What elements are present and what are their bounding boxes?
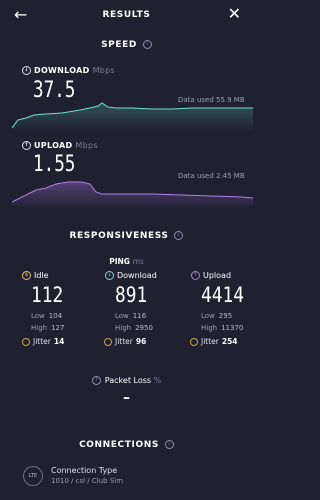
download-low-value: 116 [132, 312, 147, 320]
close-icon[interactable]: ✕ [228, 6, 241, 22]
upload-jitter-value: 254 [221, 337, 238, 346]
upload-high: High 11370 [201, 324, 243, 332]
upload-unit: Mbps [75, 141, 98, 150]
upload-high-value: 11370 [221, 324, 244, 332]
upload-graph [12, 181, 253, 206]
ping-header: PING ms [0, 257, 253, 266]
idle-low-label: Low [31, 312, 45, 320]
packet-loss-value: – [123, 390, 130, 406]
idle-low-value: 104 [48, 312, 63, 320]
download-high-label: High [115, 324, 132, 332]
idle-high-label: High [31, 324, 48, 332]
jitter-icon [190, 338, 198, 346]
packet-loss-row: ? Packet Loss % [0, 376, 253, 385]
download-jitter-label: Jitter [115, 337, 133, 346]
connections-heading-label: CONNECTIONS [79, 440, 159, 450]
jitter-icon [104, 338, 112, 346]
speed-heading-label: SPEED [101, 40, 137, 50]
idle-high: High 127 [31, 324, 64, 332]
idle-high-value: 127 [51, 324, 65, 332]
download-graph [12, 102, 253, 132]
upload-high-label: High [201, 324, 218, 332]
download-high-value: 2950 [135, 324, 153, 332]
ping-unit: ms [132, 257, 144, 266]
info-icon[interactable]: i [174, 231, 184, 240]
page-title: RESULTS [102, 10, 151, 20]
upload-low: Low 295 [201, 312, 232, 320]
download-ping-icon: ↓ [105, 271, 114, 280]
lte-icon: LTE [23, 466, 43, 486]
packet-loss-label: Packet Loss [104, 376, 152, 385]
download-ping-label: Download [117, 271, 157, 280]
idle-icon: $ [22, 271, 31, 280]
info-icon[interactable]: ? [91, 376, 101, 385]
connection-type-label: Connection Type [51, 466, 118, 475]
idle-ping-value: 112 [31, 283, 64, 307]
download-low-label: Low [115, 312, 129, 320]
idle-low: Low 104 [31, 312, 62, 320]
idle-label: Idle [34, 271, 49, 280]
top-bar: ← RESULTS ✕ [0, 0, 253, 32]
info-icon[interactable]: i [142, 40, 152, 49]
connections-heading: CONNECTIONS i [0, 440, 253, 450]
upload-low-label: Low [201, 312, 215, 320]
download-low: Low 116 [115, 312, 146, 320]
download-icon: ↓ [22, 66, 31, 75]
idle-jitter: Jitter 14 [22, 337, 64, 346]
connection-type-value: 1010 / csl / Club Sim [51, 477, 124, 485]
download-label: DOWNLOAD [34, 66, 90, 75]
responsiveness-heading-label: RESPONSIVENESS [69, 231, 169, 241]
upload-ping-header: ↑ Upload [191, 271, 231, 280]
download-ping-header: ↓ Download [105, 271, 157, 280]
idle-jitter-label: Jitter [33, 337, 51, 346]
upload-icon: ↑ [22, 141, 31, 150]
download-unit: Mbps [92, 66, 116, 75]
upload-ping-label: Upload [203, 271, 232, 280]
download-jitter: Jitter 96 [104, 337, 146, 346]
packet-loss-unit: % [153, 376, 162, 385]
upload-ping-value: 4414 [201, 283, 244, 307]
upload-jitter-label: Jitter [201, 337, 219, 346]
jitter-icon [22, 338, 30, 346]
download-label-row: ↓ DOWNLOAD Mbps [22, 66, 115, 75]
speed-heading: SPEED i [0, 40, 253, 50]
ping-label: PING [109, 257, 130, 266]
download-high: High 2950 [115, 324, 153, 332]
idle-header: $ Idle [22, 271, 49, 280]
upload-low-value: 295 [218, 312, 233, 320]
upload-value: 1.55 [33, 152, 76, 177]
download-ping-value: 891 [115, 283, 148, 307]
responsiveness-heading: RESPONSIVENESS i [0, 231, 253, 241]
download-jitter-value: 96 [135, 337, 147, 346]
upload-label-row: ↑ UPLOAD Mbps [22, 141, 98, 150]
upload-label: UPLOAD [34, 141, 73, 150]
info-icon[interactable]: i [164, 440, 174, 449]
idle-jitter-value: 14 [53, 337, 65, 346]
upload-ping-icon: ↑ [191, 271, 200, 280]
upload-jitter: Jitter 254 [190, 337, 238, 346]
